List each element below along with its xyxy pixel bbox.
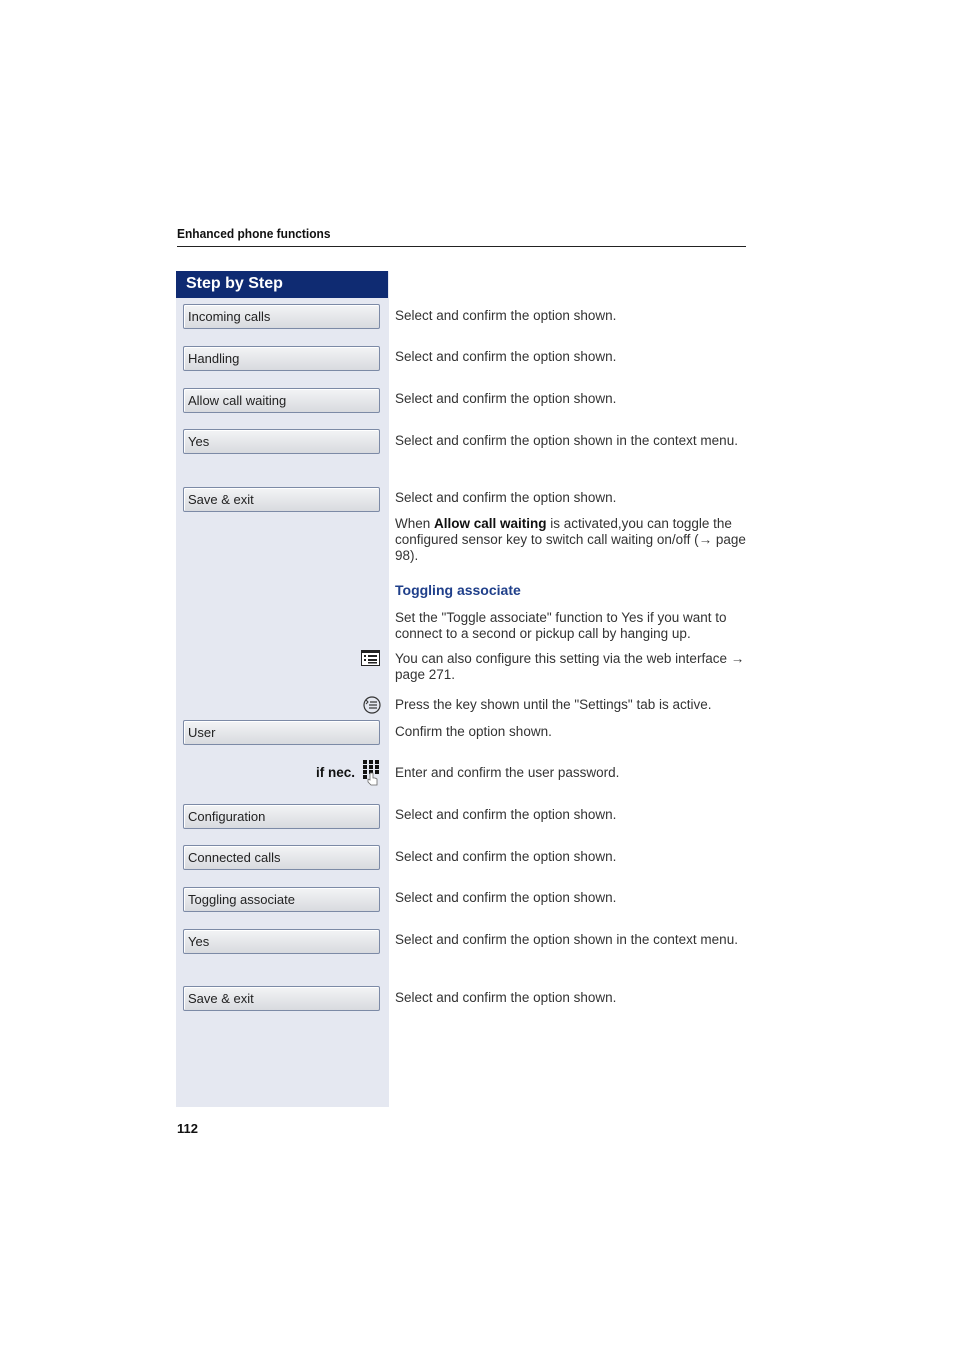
step-text: Select and confirm the option shown.: [395, 849, 617, 864]
step-text: Confirm the option shown.: [395, 724, 552, 739]
option-handling[interactable]: Handling: [183, 346, 380, 371]
step-text: Select and confirm the option shown.: [395, 391, 617, 406]
option-yes[interactable]: Yes: [183, 429, 380, 454]
bold-term: Allow call waiting: [434, 516, 547, 531]
option-toggling-associate[interactable]: Toggling associate: [183, 887, 380, 912]
running-header: Enhanced phone functions: [177, 226, 331, 241]
page-number: 112: [177, 1121, 198, 1136]
option-save-exit[interactable]: Save & exit: [183, 487, 380, 512]
option-incoming-calls[interactable]: Incoming calls: [183, 304, 380, 329]
step-text: Select and confirm the option shown in t…: [395, 932, 738, 947]
step-text: Select and confirm the option shown.: [395, 490, 617, 505]
option-yes[interactable]: Yes: [183, 929, 380, 954]
option-user[interactable]: User: [183, 720, 380, 745]
header-divider: [177, 246, 746, 247]
if-necessary-label: if nec.: [316, 765, 356, 780]
call-waiting-note: When Allow call waiting is activated,you…: [395, 516, 746, 563]
option-connected-calls[interactable]: Connected calls: [183, 845, 380, 870]
sidebar-title: Step by Step: [176, 271, 388, 298]
step-text: Select and confirm the option shown.: [395, 807, 617, 822]
password-note: Enter and confirm the user password.: [395, 765, 620, 780]
step-text: Select and confirm the option shown.: [395, 308, 617, 323]
web-interface-icon: [361, 650, 380, 671]
section-title: Toggling associate: [395, 582, 521, 598]
step-text: Select and confirm the option shown.: [395, 349, 617, 364]
keypad-icon: [363, 760, 381, 791]
step-text: Select and confirm the option shown in t…: [395, 433, 738, 448]
option-allow-call-waiting[interactable]: Allow call waiting: [183, 388, 380, 413]
step-text: Select and confirm the option shown.: [395, 990, 617, 1005]
web-interface-note: You can also configure this setting via …: [395, 651, 745, 682]
step-text: Select and confirm the option shown.: [395, 890, 617, 905]
section-intro: Set the "Toggle associate" function to Y…: [395, 610, 727, 641]
option-save-exit[interactable]: Save & exit: [183, 986, 380, 1011]
option-configuration[interactable]: Configuration: [183, 804, 380, 829]
key-note: Press the key shown until the "Settings"…: [395, 697, 712, 712]
menu-key-icon: [363, 696, 381, 719]
